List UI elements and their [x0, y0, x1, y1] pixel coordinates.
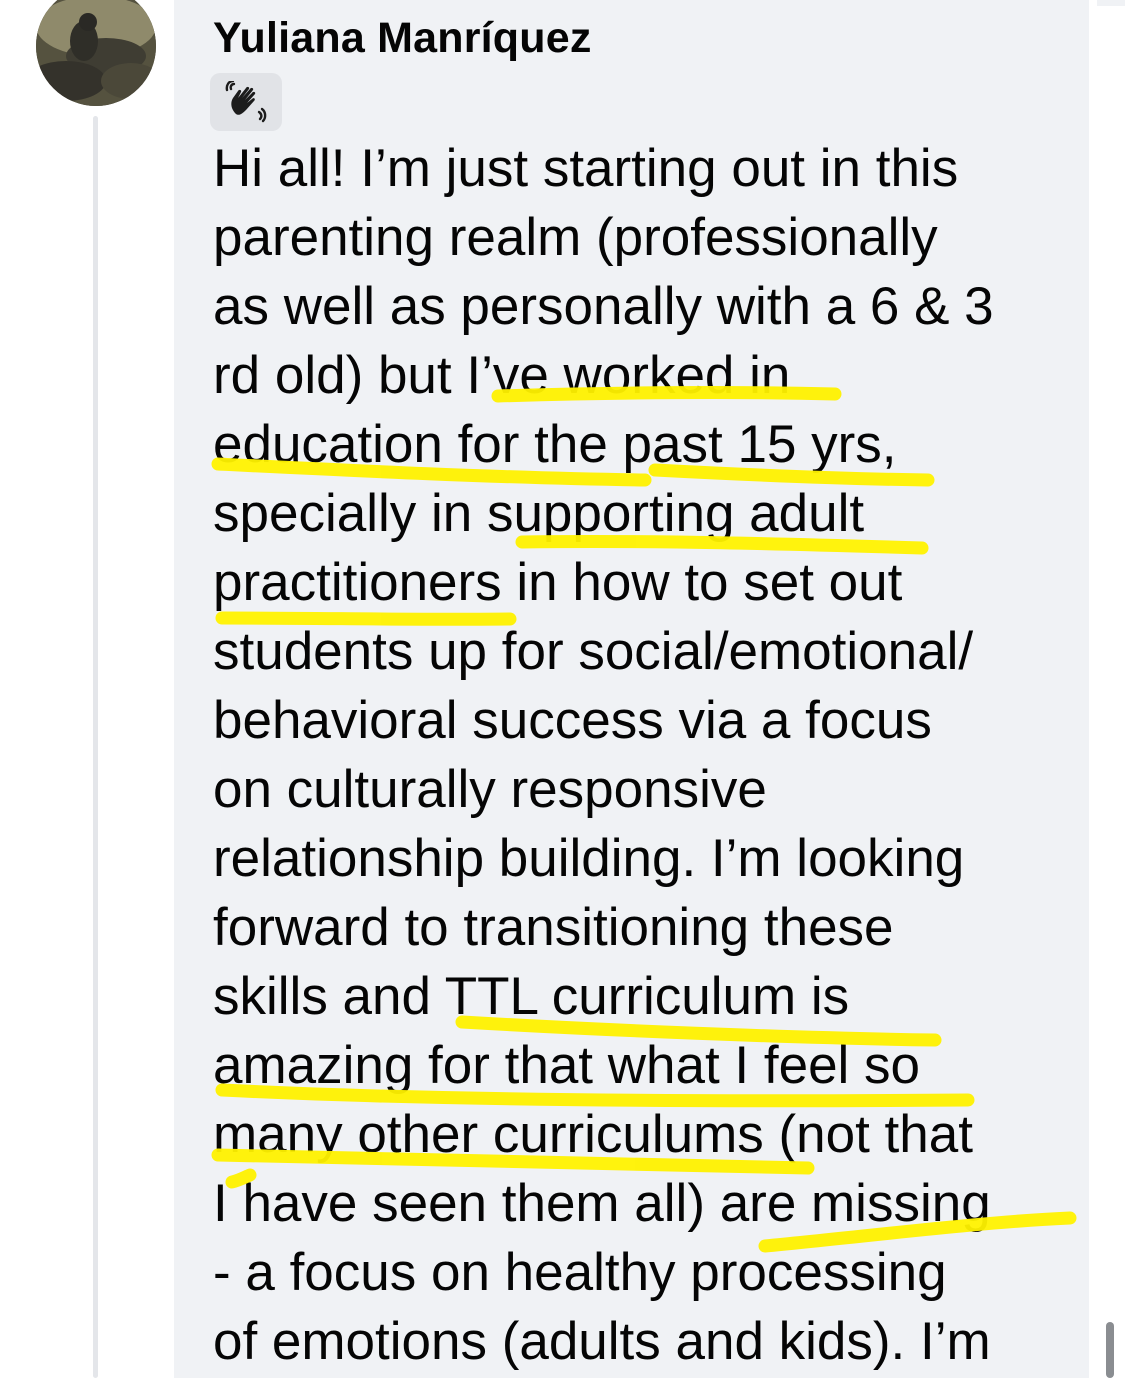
comment-line: education for the past 15 yrs,: [213, 415, 897, 474]
comment-line: as well as personally with a 6 & 3: [213, 277, 994, 336]
comment-line: Hi all! I’m just starting out in this: [213, 139, 959, 198]
comment-line: - a focus on healthy processing: [213, 1243, 947, 1302]
comment-line: practitioners in how to set out: [213, 553, 903, 612]
waving-hand-badge[interactable]: [210, 73, 282, 131]
bubble-edge: [1097, 0, 1125, 6]
comment-screen: Yuliana Manríquez Hi all! I’m just start…: [0, 0, 1125, 1378]
comment-line: amazing for that what I feel so: [213, 1036, 921, 1095]
thread-line: [93, 116, 98, 1378]
comment-line: skills and TTL curriculum is: [213, 967, 850, 1026]
comment-line: relationship building. I’m looking: [213, 829, 965, 888]
comment-line: parenting realm (professionally: [213, 208, 938, 267]
avatar[interactable]: [36, 0, 156, 106]
comment-line: of emotions (adults and kids). I’m: [213, 1312, 991, 1371]
comment-line: behavioral success via a focus: [213, 691, 932, 750]
comment-line: forward to transitioning these: [213, 898, 894, 957]
comment-line: specially in supporting adult: [213, 484, 865, 543]
avatar-photo: [36, 0, 156, 106]
comment-line: students up for social/emotional/: [213, 622, 974, 681]
scrollbar-thumb[interactable]: [1106, 1322, 1114, 1378]
comment-line: many other curriculums (not that: [213, 1105, 973, 1164]
comment-line: rd old) but I’ve worked in: [213, 346, 791, 405]
waving-hand-icon: [225, 81, 267, 123]
comment-line: on culturally responsive: [213, 760, 767, 819]
comment-author[interactable]: Yuliana Manríquez: [213, 14, 592, 63]
comment-line: I have seen them all) are missing: [213, 1174, 991, 1233]
comment-text: Hi all! I’m just starting out in this pa…: [213, 134, 1063, 1376]
